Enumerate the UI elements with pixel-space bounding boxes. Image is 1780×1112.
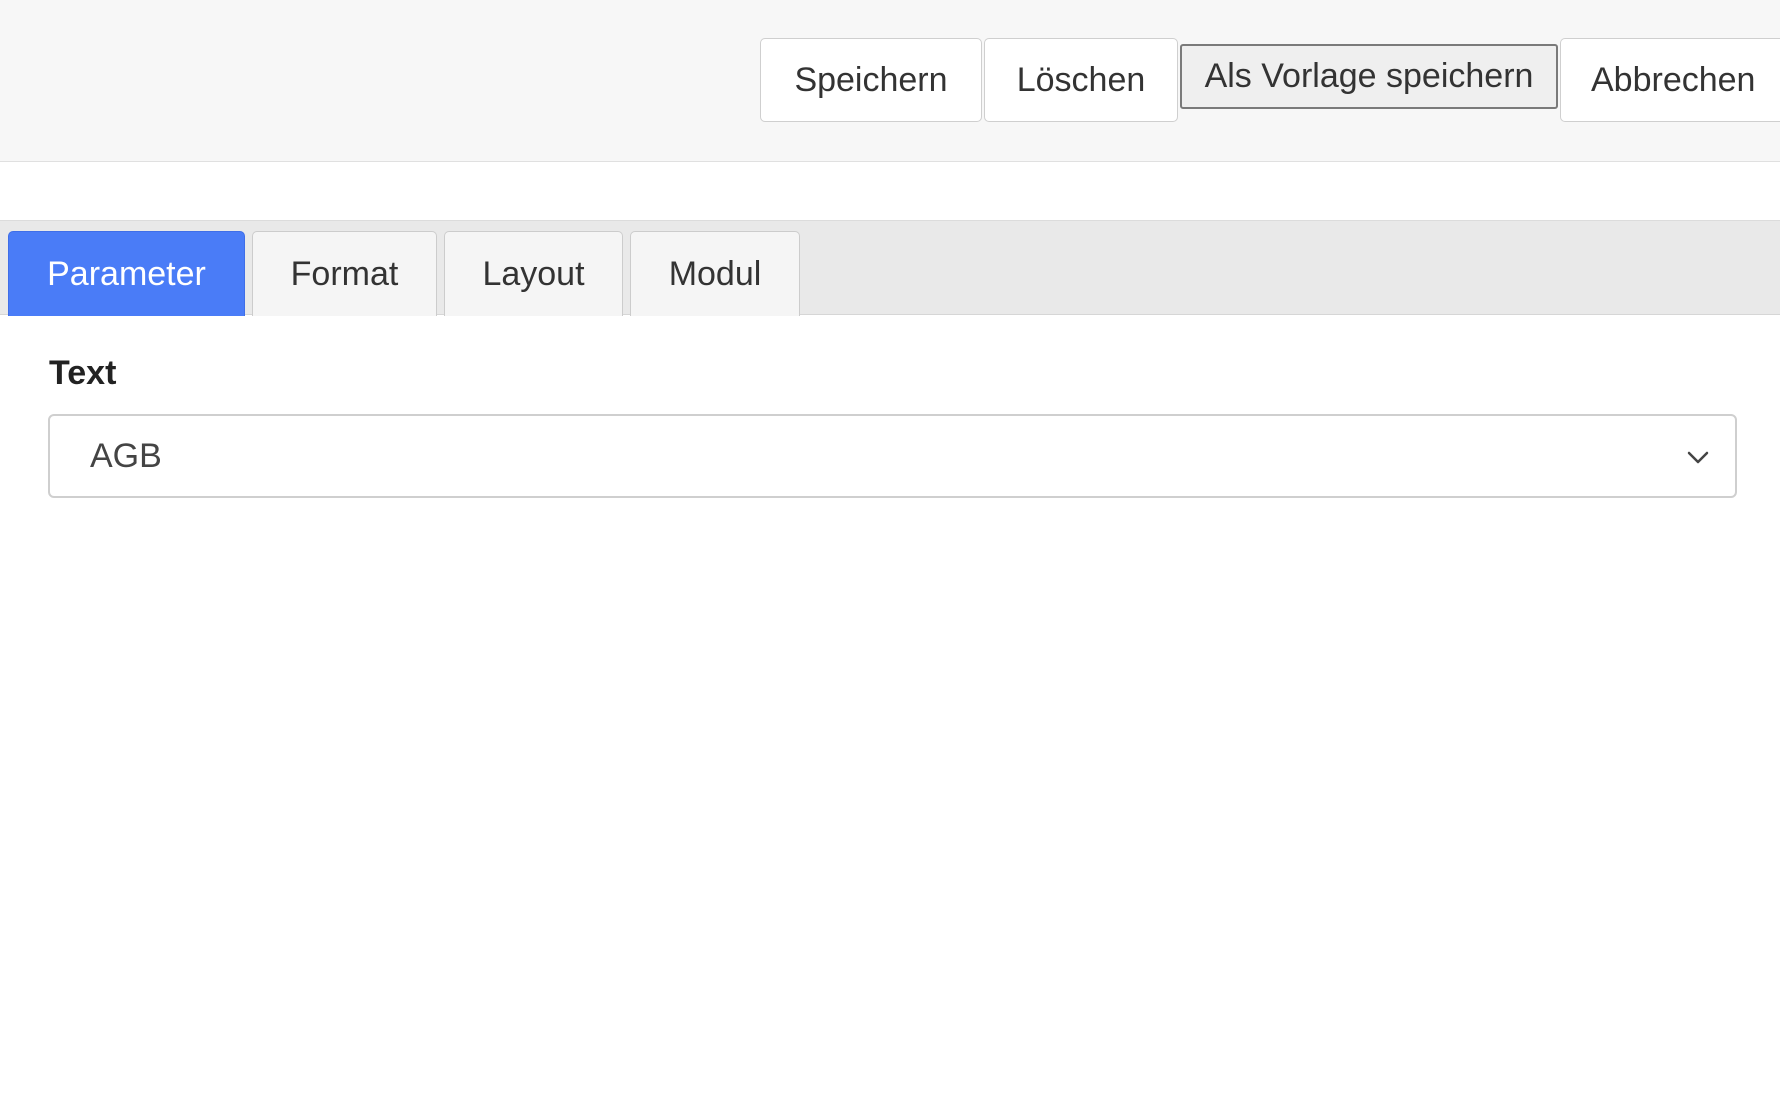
text-select-value: AGB bbox=[90, 436, 162, 475]
tab-layout[interactable]: Layout bbox=[444, 231, 623, 316]
save-button[interactable]: Speichern bbox=[760, 38, 982, 122]
tab-parameter[interactable]: Parameter bbox=[8, 231, 245, 316]
toolbar: Speichern Löschen Als Vorlage speichern … bbox=[0, 0, 1780, 162]
tab-format[interactable]: Format bbox=[252, 231, 437, 316]
chevron-down-icon bbox=[1687, 451, 1709, 464]
cancel-button[interactable]: Abbrechen bbox=[1560, 38, 1780, 122]
tab-bar: Parameter Format Layout Modul bbox=[0, 220, 1780, 316]
text-field-label: Text bbox=[49, 354, 117, 392]
delete-button[interactable]: Löschen bbox=[984, 38, 1178, 122]
save-as-template-button[interactable]: Als Vorlage speichern bbox=[1180, 44, 1558, 109]
text-select[interactable]: AGB bbox=[48, 414, 1737, 498]
tab-modul[interactable]: Modul bbox=[630, 231, 800, 316]
